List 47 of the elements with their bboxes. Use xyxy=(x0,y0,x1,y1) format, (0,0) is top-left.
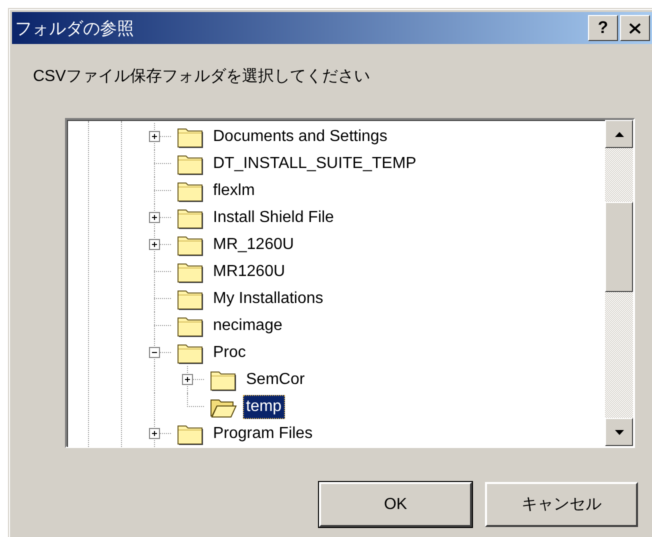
folder-item[interactable]: Program Files xyxy=(210,422,316,446)
scroll-up-button[interactable] xyxy=(605,120,633,148)
close-button[interactable] xyxy=(620,15,650,41)
down-arrow-icon xyxy=(614,430,624,434)
folder-item[interactable]: MR_1260U xyxy=(210,232,297,256)
expand-button[interactable] xyxy=(149,428,160,439)
plus-icon xyxy=(150,429,159,438)
folder-item[interactable]: temp xyxy=(243,394,285,418)
expand-button[interactable] xyxy=(149,131,160,142)
plus-icon xyxy=(183,375,192,384)
close-icon xyxy=(629,22,641,34)
folder-icon xyxy=(177,314,204,336)
folder-icon xyxy=(177,260,204,282)
scroll-thumb[interactable] xyxy=(605,202,633,292)
collapse-button[interactable] xyxy=(149,347,160,358)
dialog-button[interactable]: OK xyxy=(319,482,472,527)
window-title: フォルダの参照 xyxy=(15,18,135,40)
folder-item[interactable]: Documents and Settings xyxy=(210,124,390,148)
help-button[interactable]: ? xyxy=(588,15,618,41)
expand-button[interactable] xyxy=(149,212,160,223)
folder-item[interactable]: My Installations xyxy=(210,286,326,310)
plus-icon xyxy=(150,240,159,249)
folder-item[interactable]: necimage xyxy=(210,314,286,338)
folder-icon xyxy=(177,342,204,364)
folder-icon xyxy=(177,152,204,174)
expand-button[interactable] xyxy=(182,374,193,385)
folder-icon xyxy=(177,206,204,228)
instruction-text: CSVファイル保存フォルダを選択してください xyxy=(33,67,371,86)
folder-item[interactable]: flexlm xyxy=(210,178,258,202)
folder-icon xyxy=(177,126,204,148)
folder-icon xyxy=(177,288,204,310)
folder-icon xyxy=(177,180,204,202)
scrollbar[interactable] xyxy=(605,120,633,446)
plus-icon xyxy=(150,213,159,222)
folder-item[interactable]: MR1260U xyxy=(210,260,288,284)
folder-item[interactable]: Install Shield File xyxy=(210,206,337,230)
folder-item[interactable]: SemCor xyxy=(243,368,308,392)
dialog-button[interactable]: キャンセル xyxy=(485,482,638,527)
folder-icon xyxy=(210,368,237,390)
plus-icon xyxy=(150,132,159,141)
folder-item[interactable]: DT_INSTALL_SUITE_TEMP xyxy=(210,152,420,176)
scroll-down-button[interactable] xyxy=(605,418,633,446)
expand-button[interactable] xyxy=(149,239,160,250)
folder-icon xyxy=(177,422,204,444)
folder-icon xyxy=(177,234,204,256)
up-arrow-icon xyxy=(614,132,624,136)
folder-item[interactable]: Proc xyxy=(210,340,249,364)
